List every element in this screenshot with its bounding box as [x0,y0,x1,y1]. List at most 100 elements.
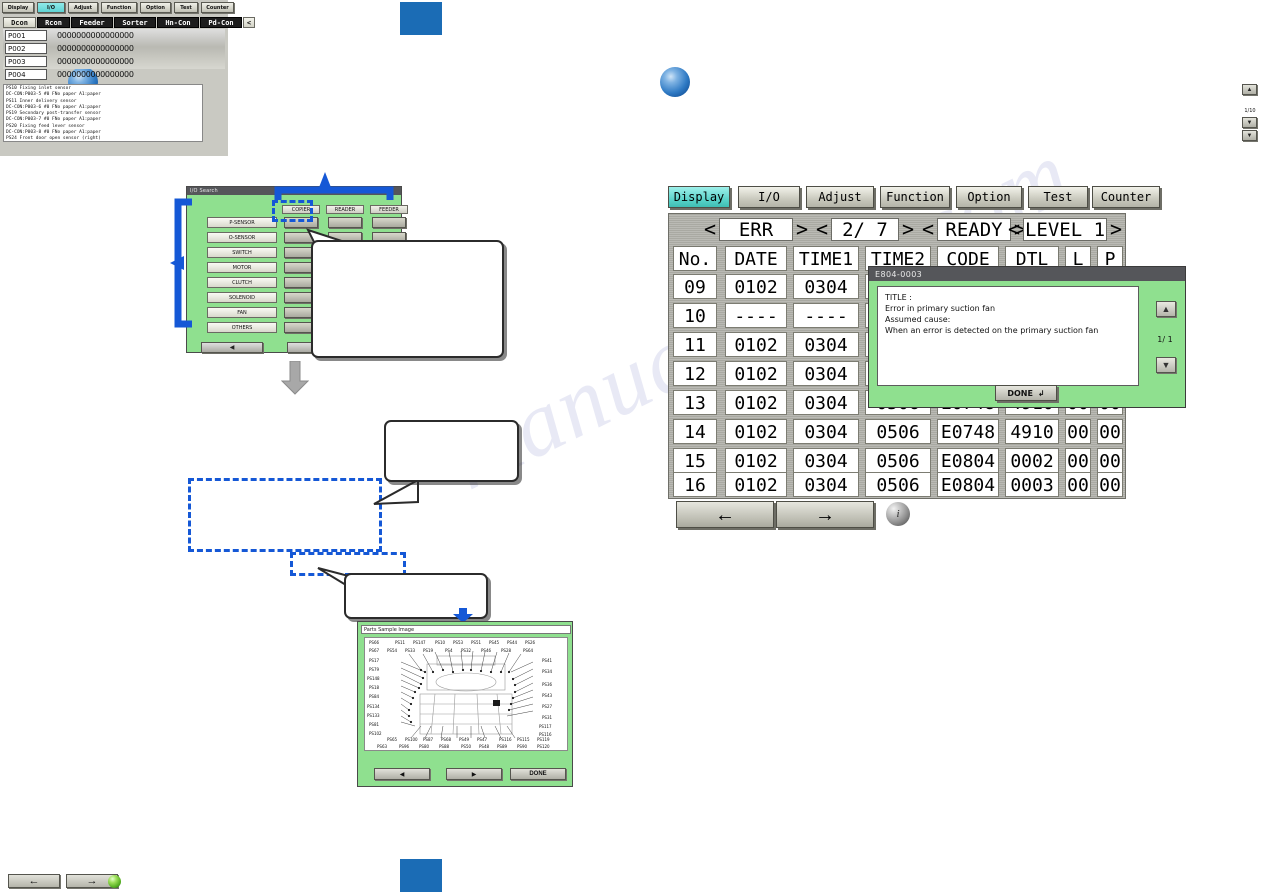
part-label: PS81 [369,722,380,727]
io-subtab-hn-con[interactable]: Hn-Con [157,17,199,28]
io-cell-copier-p-sensor[interactable] [284,217,318,228]
selector-mode-prev[interactable]: < [704,217,716,241]
io-subtab-feeder[interactable]: Feeder [71,17,113,28]
part-label: PS67 [369,648,380,653]
error-prev-button[interactable]: ← [676,501,774,528]
cell-time1: 0304 [793,419,859,444]
parts-done-button[interactable]: DONE [510,768,566,780]
help-icon[interactable]: i [886,502,910,526]
io-subtab-rcon[interactable]: Rcon [37,17,70,28]
popup-done-button[interactable]: DONE ↲ [995,385,1057,401]
table-row[interactable]: 16 0102 0304 0506 E0804 0003 00 00 [669,470,1127,499]
cell-date: ---- [725,303,787,328]
io-subtab-sorter[interactable]: Sorter [114,17,156,28]
scroll-bottom-icon[interactable]: ▼ [1242,130,1257,141]
io-detail-line: PS24 Front door open sensor (right) [6,136,101,142]
io-tab-function[interactable]: Function [101,2,137,13]
step-marker-2 [660,67,690,97]
selector-level[interactable]: < LEVEL 1 > [1005,216,1125,242]
part-label: PS96 [399,744,410,749]
io-row-value: 0000000000000000 [57,44,134,53]
tab-function[interactable]: Function [880,186,950,208]
selector-level-prev[interactable]: < [1008,217,1020,241]
error-selector-row: < ERR > < 2/ 7 > < READY > < LEVEL 1 > [669,216,1127,244]
io-tab-display[interactable]: Display [2,2,34,13]
io-list-row[interactable]: P004 0000000000000000 [5,69,223,80]
error-next-button[interactable]: → [776,501,874,528]
selector-page[interactable]: < 2/ 7 > [813,216,917,242]
selector-page-next[interactable]: > [902,217,914,241]
cell-no: 11 [673,332,717,357]
selector-mode-next[interactable]: > [796,217,808,241]
selector-mode[interactable]: < ERR > [701,216,811,242]
io-cell-reader-p-sensor[interactable] [328,217,362,228]
io-subtab-more[interactable]: < [243,17,255,28]
tab-io[interactable]: I/O [738,186,800,208]
selector-state-value: READY [937,217,1011,241]
tab-option[interactable]: Option [956,186,1022,208]
selector-level-next[interactable]: > [1110,217,1122,241]
part-label: PS18 [369,685,380,690]
io-cell-feeder-p-sensor[interactable] [372,217,406,228]
popup-done-label: DONE [1007,388,1033,398]
part-label: PS100 [405,737,418,742]
io-prev-button[interactable]: ← [8,874,60,888]
io-search-prev-button[interactable]: ◀ [201,342,263,353]
tab-adjust[interactable]: Adjust [806,186,874,208]
scroll-up-icon[interactable]: ▲ [1242,84,1257,95]
io-tab-counter[interactable]: Counter [201,2,234,13]
cell-time2: 0506 [865,472,931,497]
io-scrollbar: ▲ 1/10 ▼ ▼ [1240,84,1260,142]
popup-page-indicator: 1/ 1 [1157,335,1173,344]
popup-line: When an error is detected on the primary… [885,326,1099,335]
popup-scroll-down-icon[interactable]: ▼ [1156,357,1176,373]
part-label: PS28 [501,648,512,653]
error-detail-popup: E804-0003 TITLE : Error in primary sucti… [868,266,1186,408]
row-label-fan: FAN [207,307,277,318]
cell-code: E0804 [937,472,999,497]
io-row-key: P003 [5,56,47,67]
cell-l: 00 [1065,419,1091,444]
part-label: PS80 [419,744,430,749]
io-value-list: P001 0000000000000000 P002 0000000000000… [3,29,225,80]
io-subtab-pd-con[interactable]: Pd-Con [200,17,242,28]
cell-time1: 0304 [793,361,859,386]
cell-time1: 0304 [793,332,859,357]
cell-date: 0102 [725,361,787,386]
table-row[interactable]: 14 0102 0304 0506 E0748 4910 00 00 [669,417,1127,446]
selector-level-value: LEVEL 1 [1023,217,1107,241]
part-label: PS46 [481,648,492,653]
part-label: PS19 [423,648,434,653]
part-label: PS47 [477,737,488,742]
selector-page-prev[interactable]: < [816,217,828,241]
parts-diagram-canvas[interactable]: PS11 PS147 PS10 PS53 PS51 PS45 PS44 PS26… [364,637,568,751]
io-tab-test[interactable]: Test [174,2,198,13]
io-subtab-dcon[interactable]: Dcon [3,17,36,28]
parts-sample-image-panel: Parts Sample Image PS11 PS147 PS10 PS53 … [357,621,573,787]
cell-time1: 0304 [793,390,859,415]
annotation-bracket-rows [170,198,192,328]
popup-line: Assumed cause: [885,315,951,324]
parts-next-button[interactable]: ▶ [446,768,502,780]
manual-page: manualshide.com I/O Search COPIER READER… [0,0,1263,893]
io-tab-io[interactable]: I/O [37,2,65,13]
tab-display[interactable]: Display [668,186,730,208]
popup-scroll-up-icon[interactable]: ▲ [1156,301,1176,317]
popup-line: TITLE : [885,293,912,302]
tab-test[interactable]: Test [1028,186,1088,208]
io-list-row[interactable]: P002 0000000000000000 [5,43,223,54]
status-indicator-green[interactable] [108,875,121,888]
scroll-down-icon[interactable]: ▼ [1242,117,1257,128]
io-tab-adjust[interactable]: Adjust [68,2,98,13]
io-tab-option[interactable]: Option [140,2,171,13]
io-detail-list[interactable]: PS10 Fixing inlet sensor DC-CON:P003-5 #… [3,84,203,142]
parts-prev-button[interactable]: ◀ [374,768,430,780]
io-list-row[interactable]: P001 0000000000000000 [5,30,223,41]
row-label-p-sensor: P-SENSOR [207,217,277,228]
selector-mode-value: ERR [719,217,793,241]
io-list-row[interactable]: P003 0000000000000000 [5,56,223,67]
part-label: PS133 [367,713,380,718]
part-label: PS147 [413,640,426,645]
selector-state-prev[interactable]: < [922,217,934,241]
tab-counter[interactable]: Counter [1092,186,1160,208]
